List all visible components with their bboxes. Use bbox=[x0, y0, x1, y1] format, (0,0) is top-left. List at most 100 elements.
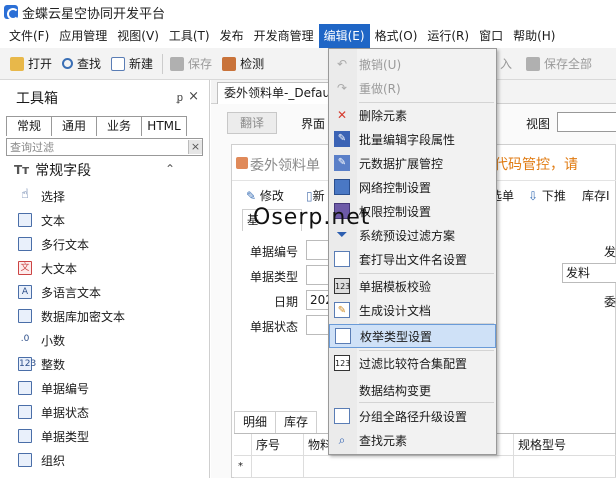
group-label: 常规字段 bbox=[35, 163, 92, 179]
menu-item-group-path[interactable]: 分组全路径升级设置 bbox=[329, 404, 496, 428]
menu-item-label: 撤销(U) bbox=[359, 57, 402, 72]
integer-icon: 123 bbox=[18, 357, 37, 371]
tab-inventory[interactable]: 库存 bbox=[275, 411, 318, 433]
push-down-button[interactable]: ⇩ 下推 bbox=[528, 187, 566, 204]
edit-button[interactable]: ✎ 修改 bbox=[246, 187, 284, 204]
decimal-icon: .0 bbox=[20, 334, 30, 344]
find-button[interactable]: 查找 bbox=[58, 52, 105, 76]
tab-html[interactable]: HTML bbox=[141, 116, 187, 136]
close-icon[interactable]: × bbox=[188, 89, 199, 104]
grid-cell[interactable] bbox=[304, 456, 514, 478]
menu-item-redo[interactable]: ↷ 重做(R) bbox=[329, 76, 496, 100]
menu-help[interactable]: 帮助(H) bbox=[508, 24, 560, 48]
menu-item-data-structure[interactable]: 数据结构变更 bbox=[329, 378, 496, 402]
menu-item-delete-element[interactable]: ✕ 删除元素 bbox=[329, 103, 496, 127]
menu-item-find-element[interactable]: ⌕ 查找元素 bbox=[329, 428, 496, 452]
menu-item-network[interactable]: 网络控制设置 bbox=[329, 175, 496, 199]
toolbox-filter-input[interactable]: 查询过滤 × bbox=[6, 138, 203, 156]
menu-developer[interactable]: 开发商管理 bbox=[249, 24, 319, 48]
menu-item-batch-edit[interactable]: ✎ 批量编辑字段属性 bbox=[329, 127, 496, 151]
toolbox-item-select[interactable]: ☝ 选择 bbox=[0, 184, 209, 208]
pointer-icon: ☝ bbox=[21, 187, 29, 202]
multi-language-icon: A bbox=[18, 285, 32, 299]
multiline-icon bbox=[18, 237, 32, 251]
toolbox-header: 工具箱 ᵱ × bbox=[0, 80, 209, 116]
pin-icon[interactable]: ᵱ bbox=[177, 91, 183, 104]
toolbox-item-multilang[interactable]: A 多语言文本 bbox=[0, 280, 209, 304]
view-select[interactable] bbox=[557, 112, 616, 132]
menu-window[interactable]: 窗口 bbox=[474, 24, 508, 48]
toolbox-item-encrypted[interactable]: 数据库加密文本 bbox=[0, 304, 209, 328]
toolbox-tabs: 常规 通用 业务 HTML bbox=[6, 116, 209, 136]
toolbox-item-billstatus[interactable]: 单据状态 bbox=[0, 400, 209, 424]
new-button[interactable]: 新建 bbox=[107, 52, 157, 76]
toolbox-item-text[interactable]: 文本 bbox=[0, 208, 209, 232]
menu-item-undo[interactable]: ↶ 撤销(U) bbox=[329, 52, 496, 76]
menu-tools[interactable]: 工具(T) bbox=[164, 24, 215, 48]
open-button[interactable]: 打开 bbox=[6, 52, 56, 76]
new-file-icon: ▯ bbox=[306, 189, 313, 203]
toolbox-item-bigtext[interactable]: 文大文本 bbox=[0, 256, 209, 280]
toolbox-item-decimal[interactable]: .0 小数 bbox=[0, 328, 209, 352]
push-down-label: 下推 bbox=[541, 189, 566, 203]
translate-button[interactable]: 翻译 bbox=[227, 112, 277, 134]
bill-number-icon bbox=[18, 381, 32, 395]
menu-run[interactable]: 运行(R) bbox=[422, 24, 474, 48]
grid-cell[interactable] bbox=[514, 456, 616, 478]
open-label: 打开 bbox=[28, 57, 53, 71]
issue-material-input[interactable]: 发料 bbox=[562, 263, 616, 283]
app-logo-icon bbox=[4, 5, 19, 20]
menu-edit[interactable]: 编辑(E) bbox=[318, 24, 370, 48]
clear-filter-icon[interactable]: × bbox=[188, 140, 202, 154]
menu-item-label: 元数据扩展管控 bbox=[359, 156, 444, 171]
text-type-icon: Tт bbox=[14, 163, 30, 177]
menu-separator bbox=[359, 402, 494, 403]
menu-view[interactable]: 视图(V) bbox=[112, 24, 164, 48]
toolbox-item-label: 单据编号 bbox=[41, 381, 90, 396]
toolbox-item-multiline[interactable]: 多行文本 bbox=[0, 232, 209, 256]
toolbar-separator bbox=[162, 53, 164, 74]
grid-header-spec[interactable]: 规格型号 bbox=[514, 434, 616, 456]
import-button[interactable]: 入 bbox=[496, 52, 516, 76]
table-row[interactable]: * bbox=[234, 456, 616, 478]
tab-document[interactable]: 委外领料单-_Defaul bbox=[217, 82, 333, 104]
check-label: 检测 bbox=[240, 57, 265, 71]
menu-file[interactable]: 文件(F) bbox=[4, 24, 54, 48]
menu-item-compare-config[interactable]: 123 过滤比较符合集配置 bbox=[329, 351, 496, 375]
menu-app-manage[interactable]: 应用管理 bbox=[54, 24, 112, 48]
menu-item-template-check[interactable]: 123 单据模板校验 bbox=[329, 274, 496, 298]
organization-icon bbox=[18, 453, 32, 467]
new-form-button[interactable]: ▯新 bbox=[306, 187, 325, 204]
inventory-button[interactable]: 库存Ⅰ bbox=[582, 187, 610, 204]
menu-item-enum-type[interactable]: 枚举类型设置 bbox=[329, 324, 496, 348]
group-general-fields[interactable]: Tт 常规字段 ⌃ bbox=[0, 156, 209, 184]
toolbox-item-billtype[interactable]: 单据类型 bbox=[0, 424, 209, 448]
menu-item-label: 查找元素 bbox=[359, 433, 408, 448]
grid-corner bbox=[234, 434, 252, 456]
chevron-up-icon[interactable]: ⌃ bbox=[165, 162, 175, 176]
tab-general[interactable]: 常规 bbox=[6, 116, 52, 136]
toolbox-item-org[interactable]: 组织 bbox=[0, 448, 209, 472]
menu-bar: 文件(F) 应用管理 视图(V) 工具(T) 发布 开发商管理 编辑(E) 格式… bbox=[0, 24, 616, 48]
check-button[interactable]: 检测 bbox=[218, 52, 268, 76]
tab-business[interactable]: 业务 bbox=[96, 116, 142, 136]
find-label: 查找 bbox=[77, 57, 102, 71]
toolbox-item-integer[interactable]: 123 整数 bbox=[0, 352, 209, 376]
menu-item-label: 数据结构变更 bbox=[359, 383, 432, 398]
save-all-button[interactable]: 保存全部 bbox=[522, 52, 596, 76]
import-label: 入 bbox=[500, 57, 513, 71]
save-button[interactable]: 保存 bbox=[166, 52, 216, 76]
tab-detail[interactable]: 明细 bbox=[234, 411, 277, 433]
menu-item-print-export[interactable]: 套打导出文件名设置 bbox=[329, 247, 496, 271]
grid-header-seq[interactable]: 序号 bbox=[252, 434, 304, 456]
toolbox-item-billno[interactable]: 单据编号 bbox=[0, 376, 209, 400]
menu-publish[interactable]: 发布 bbox=[215, 24, 249, 48]
tab-common[interactable]: 通用 bbox=[51, 116, 97, 136]
enum-icon bbox=[335, 328, 351, 344]
menu-item-metadata-ext[interactable]: ✎ 元数据扩展管控 bbox=[329, 151, 496, 175]
grid-cell[interactable] bbox=[252, 456, 304, 478]
toolbox-item-label: 整数 bbox=[41, 357, 66, 372]
menu-format[interactable]: 格式(O) bbox=[370, 24, 423, 48]
menu-item-design-doc[interactable]: ✎ 生成设计文档 bbox=[329, 298, 496, 322]
menu-item-label: 批量编辑字段属性 bbox=[359, 132, 456, 147]
